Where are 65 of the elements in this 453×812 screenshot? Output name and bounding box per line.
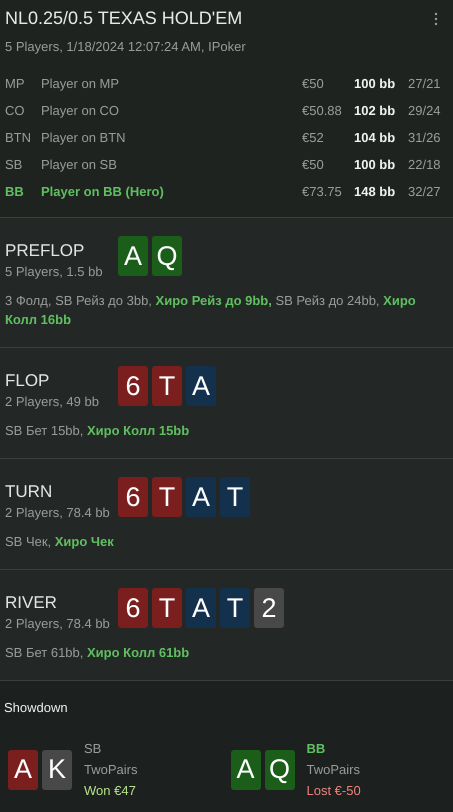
playing-card: 6 <box>118 477 148 517</box>
player-stack-bb: 104 bb <box>354 130 396 145</box>
playing-card: A <box>186 366 216 406</box>
player-position: MP <box>5 76 26 91</box>
player-name: Player on BB (Hero) <box>41 184 165 199</box>
playing-card: 2 <box>254 588 284 628</box>
playing-card: A <box>186 477 216 517</box>
player-stack: €50 <box>302 157 325 172</box>
playing-card: A <box>230 750 260 790</box>
street-name: RIVER <box>5 593 58 613</box>
street-name: PREFLOP <box>5 241 86 261</box>
player-stack-bb: 100 bb <box>354 76 396 91</box>
action-summary: SB Чек, Хиро Чек <box>5 533 115 551</box>
player-stack: €50.88 <box>302 103 343 118</box>
player-stack: €52 <box>302 130 325 145</box>
player-stats: 27/21 <box>408 76 442 91</box>
playing-card: Q <box>152 236 182 276</box>
hand-result: Won €47 <box>84 783 137 798</box>
player-stack-bb: 102 bb <box>354 103 396 118</box>
playing-card: 6 <box>118 366 148 406</box>
player-stack: €73.75 <box>302 184 343 199</box>
player-position: CO <box>5 103 26 118</box>
playing-card: 6 <box>118 588 148 628</box>
street-info: 2 Players, 78.4 bb <box>5 505 111 520</box>
player-position: BB <box>306 741 326 756</box>
hand-info: 5 Players, 1/18/2024 12:07:24 AM, IPoker <box>5 39 247 54</box>
player-stats: 32/27 <box>408 184 442 199</box>
hand-rank: TwoPairs <box>306 762 361 777</box>
player-stats: 22/18 <box>408 157 442 172</box>
playing-card: T <box>220 588 250 628</box>
hand-result: Lost €-50 <box>306 783 361 798</box>
player-name: Player on MP <box>41 76 120 91</box>
player-name: Player on CO <box>41 103 120 118</box>
player-position: BB <box>5 184 25 199</box>
street-info: 5 Players, 1.5 bb <box>5 264 104 279</box>
hand-rank: TwoPairs <box>84 762 138 777</box>
player-stack-bb: 100 bb <box>354 157 396 172</box>
playing-card: T <box>152 477 182 517</box>
showdown-title: Showdown <box>4 700 68 715</box>
playing-card: T <box>152 588 182 628</box>
more-options-icon[interactable] <box>434 12 438 26</box>
player-stats: 29/24 <box>408 103 442 118</box>
playing-card: A <box>186 588 216 628</box>
player-position: BTN <box>5 130 32 145</box>
playing-card: K <box>42 750 72 790</box>
player-stack: €50 <box>302 76 325 91</box>
player-position: SB <box>5 157 24 172</box>
playing-card: A <box>118 236 148 276</box>
playing-card: T <box>220 477 250 517</box>
player-position: SB <box>84 741 102 756</box>
player-name: Player on BTN <box>41 130 127 145</box>
street-info: 2 Players, 78.4 bb <box>5 616 111 631</box>
playing-card: Q <box>264 750 294 790</box>
action-summary: SB Бет 61bb, Хиро Колл 61bb <box>5 644 190 662</box>
action-summary: 3 Фолд, SB Рейз до 3bb, Хиро Рейз до 9bb, SB Рейз до 24bb, Хиро Колл 16bb <box>5 292 417 329</box>
player-stack-bb: 148 bb <box>354 184 396 199</box>
street-name: FLOP <box>5 371 50 391</box>
playing-card: A <box>8 750 38 790</box>
player-name: Player on SB <box>41 157 118 172</box>
street-info: 2 Players, 49 bb <box>5 394 100 409</box>
player-stats: 31/26 <box>408 130 442 145</box>
street-name: TURN <box>5 482 54 502</box>
playing-card: T <box>152 366 182 406</box>
game-title: NL0.25/0.5 TEXAS HOLD'EM <box>5 8 242 29</box>
action-summary: SB Бет 15bb, Хиро Колл 15bb <box>5 422 190 440</box>
